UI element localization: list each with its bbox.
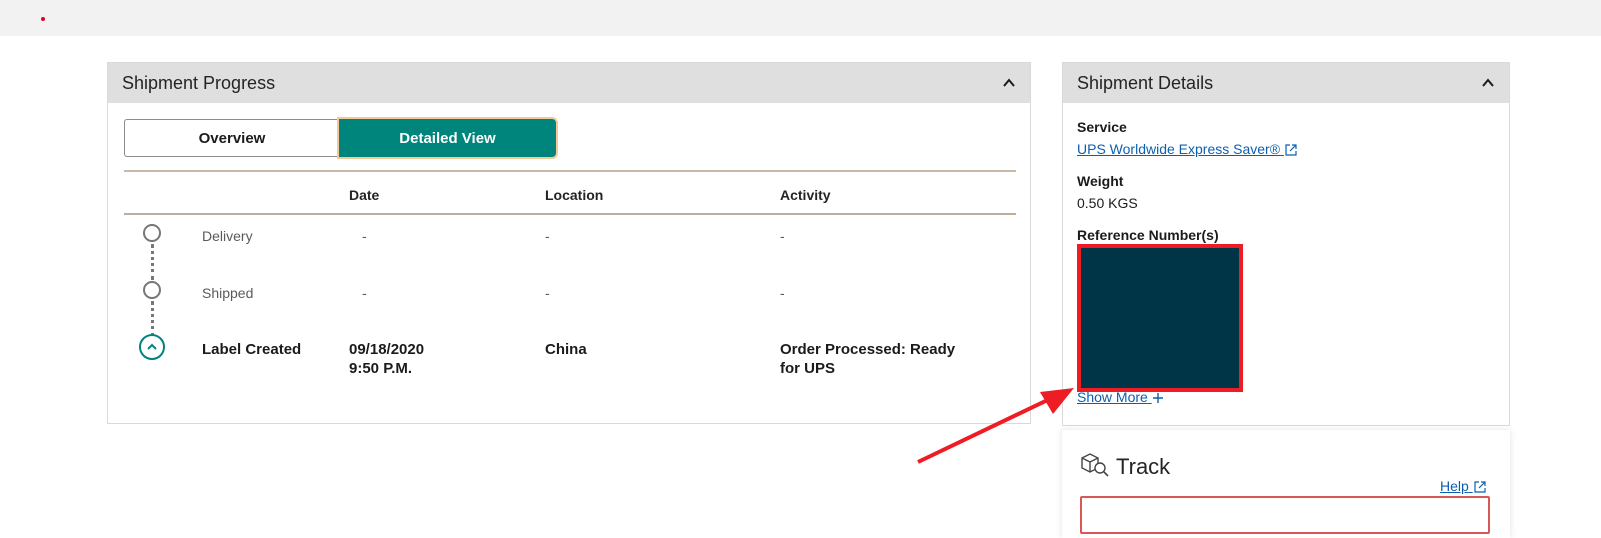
weight-label: Weight — [1077, 173, 1124, 189]
row-delivery-location: - — [545, 228, 550, 244]
column-header-activity: Activity — [780, 187, 831, 203]
column-header-location: Location — [545, 187, 604, 203]
external-link-icon — [1285, 144, 1297, 156]
row-label-created-status: Label Created — [202, 341, 302, 358]
status-circle-shipped — [143, 281, 161, 299]
top-bar — [0, 0, 1601, 36]
tracking-number-input[interactable] — [1080, 496, 1490, 534]
track-title: Track — [1116, 454, 1171, 479]
shipment-details-header[interactable]: Shipment Details — [1063, 63, 1509, 103]
redacted-reference-numbers — [1077, 244, 1243, 392]
help-text[interactable]: Help — [1440, 478, 1469, 494]
row-shipped-date: - — [362, 285, 367, 301]
row-label-created-activity: Order Processed: Ready — [780, 341, 956, 358]
shipment-progress-title: Shipment Progress — [122, 72, 276, 93]
status-circle-label-created — [139, 334, 165, 360]
service-link-text[interactable]: UPS Worldwide Express Saver® — [1077, 141, 1280, 157]
external-link-icon — [1474, 481, 1486, 493]
header-divider — [124, 213, 1016, 215]
service-label: Service — [1077, 119, 1127, 135]
detailed-view-tab[interactable]: Detailed View — [339, 119, 556, 157]
view-toggle: Overview Detailed View — [124, 119, 556, 157]
chevron-up-icon[interactable] — [1481, 76, 1495, 90]
row-delivery-date: - — [362, 228, 367, 244]
chevron-up-icon — [147, 343, 157, 350]
brand-dot — [41, 17, 45, 21]
row-delivery-activity: - — [780, 228, 785, 244]
row-label-created-time: 9:50 P.M. — [349, 360, 413, 377]
help-link[interactable]: Help — [1440, 478, 1487, 494]
track-package-search-icon — [1081, 453, 1109, 477]
overview-tab[interactable]: Overview — [124, 119, 339, 157]
row-shipped-status: Shipped — [202, 285, 254, 301]
plus-icon[interactable] — [1152, 392, 1164, 404]
reference-numbers-label: Reference Number(s) — [1077, 227, 1219, 243]
row-label-created-location: China — [545, 341, 587, 358]
shipment-details-title: Shipment Details — [1077, 72, 1214, 93]
row-label-created-date: 09/18/2020 — [349, 341, 425, 358]
divider — [124, 170, 1016, 172]
row-delivery-status: Delivery — [202, 228, 253, 244]
status-circle-delivery — [143, 224, 161, 242]
weight-value: 0.50 KGS — [1077, 195, 1138, 211]
timeline-connector — [151, 301, 154, 337]
shipment-progress-header[interactable]: Shipment Progress — [108, 63, 1030, 103]
row-shipped-location: - — [545, 285, 550, 301]
chevron-up-icon[interactable] — [1002, 76, 1016, 90]
track-widget: Track Help — [1062, 430, 1510, 538]
row-shipped-activity: - — [780, 285, 785, 301]
row-label-created-activity-cont: for UPS — [780, 360, 836, 377]
service-link[interactable]: UPS Worldwide Express Saver® — [1077, 141, 1298, 157]
timeline-connector — [151, 244, 154, 280]
shipment-progress-panel: Shipment Progress Overview Detailed View… — [107, 62, 1031, 424]
column-header-date: Date — [349, 187, 380, 203]
